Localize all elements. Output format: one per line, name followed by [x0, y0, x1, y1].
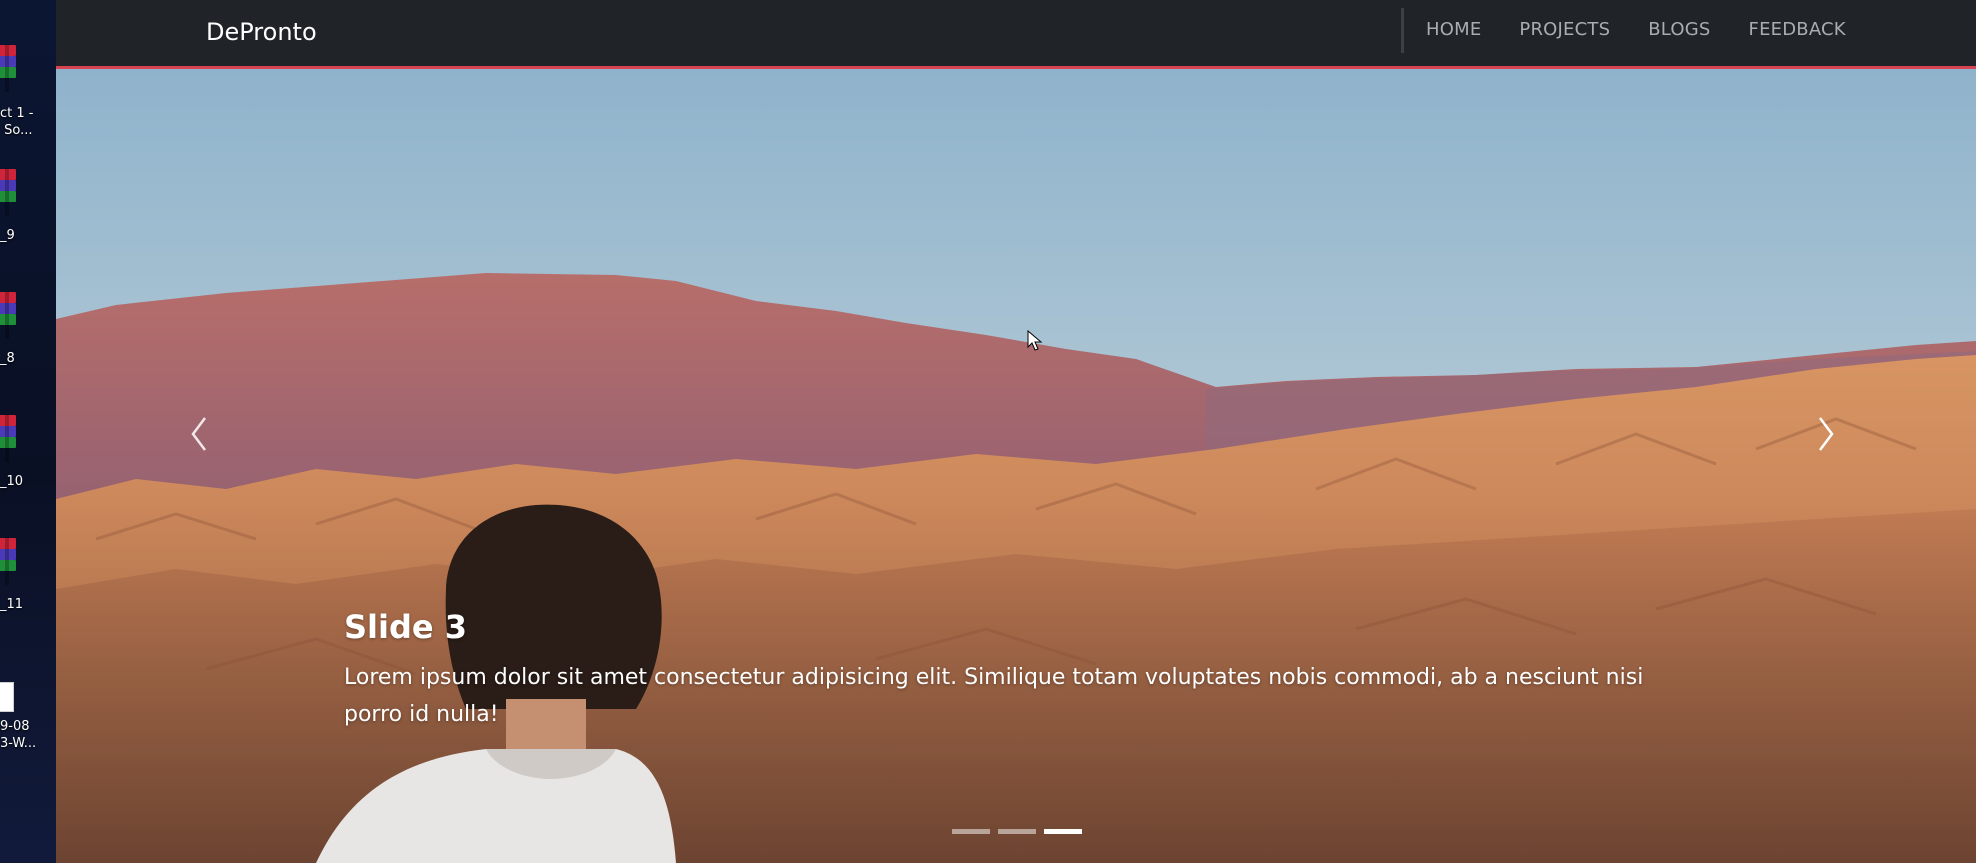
desktop-item-label: _9 — [0, 228, 15, 243]
carousel-caption-title: Slide 3 — [344, 608, 467, 646]
desktop-item-label: _10 — [0, 474, 24, 489]
brand-logo[interactable]: DePronto — [206, 17, 317, 47]
desktop-icon-strip: ct 1 - So... _9 _8 _10 _11 9-08 3-W... — [0, 0, 56, 863]
carousel-caption-text: Lorem ipsum dolor sit amet consectetur a… — [344, 665, 1644, 727]
mouse-cursor-icon — [1027, 330, 1043, 351]
winrar-archive-icon — [0, 44, 16, 92]
document-icon — [0, 682, 14, 712]
carousel-indicators — [952, 829, 1082, 834]
carousel-indicator-3[interactable] — [1044, 829, 1082, 834]
nav-link-blogs[interactable]: BLOGS — [1648, 19, 1710, 41]
hero-carousel: Slide 3 Lorem ipsum dolor sit amet conse… — [56, 69, 1976, 863]
nav-divider — [1401, 8, 1404, 53]
carousel-indicator-2[interactable] — [998, 829, 1036, 834]
nav-link-feedback[interactable]: FEEDBACK — [1749, 19, 1846, 41]
desktop-item-label: _8 — [0, 351, 15, 366]
winrar-archive-icon — [0, 414, 16, 462]
desktop-item-label: 9-08 3-W... — [0, 719, 37, 751]
nav-links: HOME PROJECTS BLOGS FEEDBACK — [1426, 19, 1846, 41]
webpage: DePronto HOME PROJECTS BLOGS FEEDBACK Sl… — [56, 0, 1976, 863]
carousel-indicator-1[interactable] — [952, 829, 990, 834]
chevron-left-icon — [191, 417, 206, 451]
nav-link-home[interactable]: HOME — [1426, 19, 1481, 41]
winrar-archive-icon — [0, 291, 16, 339]
desktop-item-label: _11 — [0, 597, 24, 612]
winrar-archive-icon — [0, 537, 16, 585]
winrar-archive-icon — [0, 168, 16, 216]
carousel-caption: Slide 3 Lorem ipsum dolor sit amet conse… — [344, 607, 1724, 733]
carousel-prev-button[interactable] — [179, 404, 219, 464]
chevron-right-icon — [1819, 417, 1834, 451]
navbar: DePronto HOME PROJECTS BLOGS FEEDBACK — [56, 0, 1976, 69]
carousel-slide-image — [56, 69, 1976, 863]
nav-link-projects[interactable]: PROJECTS — [1519, 19, 1610, 41]
carousel-next-button[interactable] — [1806, 404, 1846, 464]
desktop-item-label: ct 1 - So... — [0, 106, 34, 138]
